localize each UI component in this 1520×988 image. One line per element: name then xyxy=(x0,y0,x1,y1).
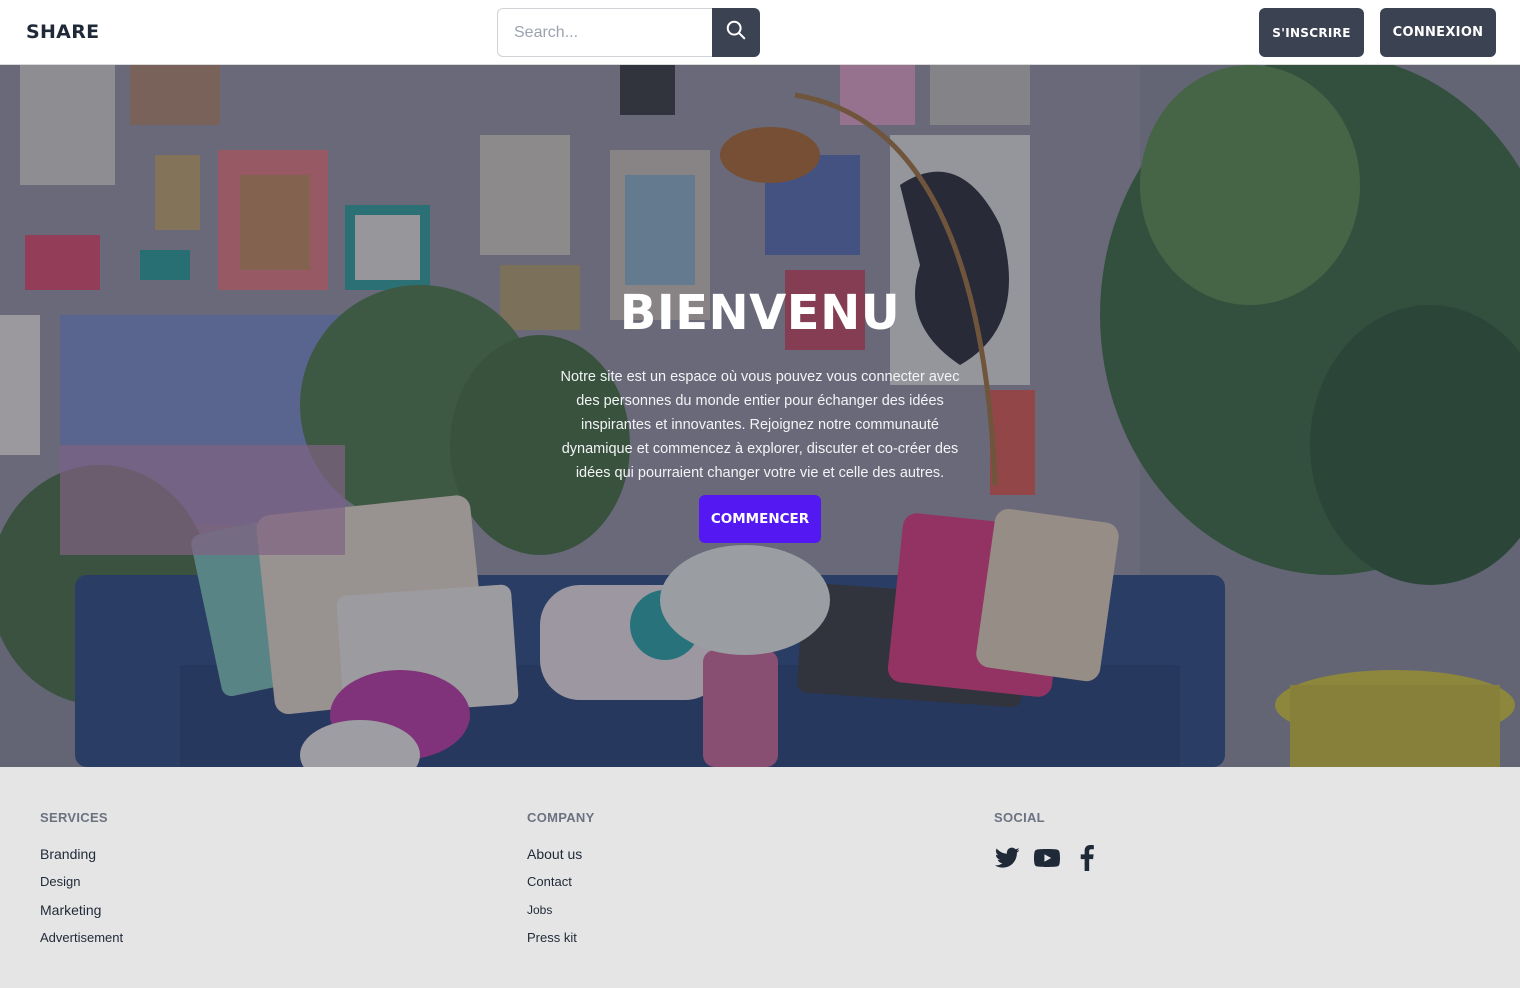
footer-link-about[interactable]: About us xyxy=(527,845,595,873)
footer: SERVICES Branding Design Marketing Adver… xyxy=(0,767,1520,988)
search-icon xyxy=(725,19,747,46)
footer-heading-social: SOCIAL xyxy=(994,810,1045,825)
hero-section: BIENVENU Notre site est un espace où vou… xyxy=(0,65,1520,767)
social-icons xyxy=(994,845,1100,871)
footer-link-contact[interactable]: Contact xyxy=(527,873,595,901)
footer-services: SERVICES Branding Design Marketing Adver… xyxy=(40,810,123,957)
footer-link-jobs[interactable]: Jobs xyxy=(527,901,595,929)
footer-heading-company: COMPANY xyxy=(527,810,595,825)
hero-title: BIENVENU xyxy=(619,285,901,341)
footer-link-press-kit[interactable]: Press kit xyxy=(527,929,595,957)
twitter-icon[interactable] xyxy=(994,845,1020,871)
footer-link-advertisement[interactable]: Advertisement xyxy=(40,929,123,957)
brand-logo[interactable]: SHARE xyxy=(26,21,99,43)
start-button[interactable]: COMMENCER xyxy=(699,495,821,543)
footer-social: SOCIAL xyxy=(994,810,1100,871)
login-button[interactable]: CONNEXION xyxy=(1380,8,1496,57)
footer-company: COMPANY About us Contact Jobs Press kit xyxy=(527,810,595,957)
navbar: SHARE S'INSCRIRE CONNEXION xyxy=(0,0,1520,65)
hero-content: BIENVENU Notre site est un espace où vou… xyxy=(540,285,980,485)
footer-link-design[interactable]: Design xyxy=(40,873,123,901)
facebook-icon[interactable] xyxy=(1074,845,1100,871)
search-input[interactable] xyxy=(497,8,713,57)
footer-heading-services: SERVICES xyxy=(40,810,108,825)
search-bar xyxy=(497,8,760,57)
search-button[interactable] xyxy=(712,8,760,57)
footer-link-branding[interactable]: Branding xyxy=(40,845,123,873)
hero-description: Notre site est un espace où vous pouvez … xyxy=(560,369,960,481)
signup-button[interactable]: S'INSCRIRE xyxy=(1259,8,1364,57)
footer-link-marketing[interactable]: Marketing xyxy=(40,901,123,929)
youtube-icon[interactable] xyxy=(1034,845,1060,871)
